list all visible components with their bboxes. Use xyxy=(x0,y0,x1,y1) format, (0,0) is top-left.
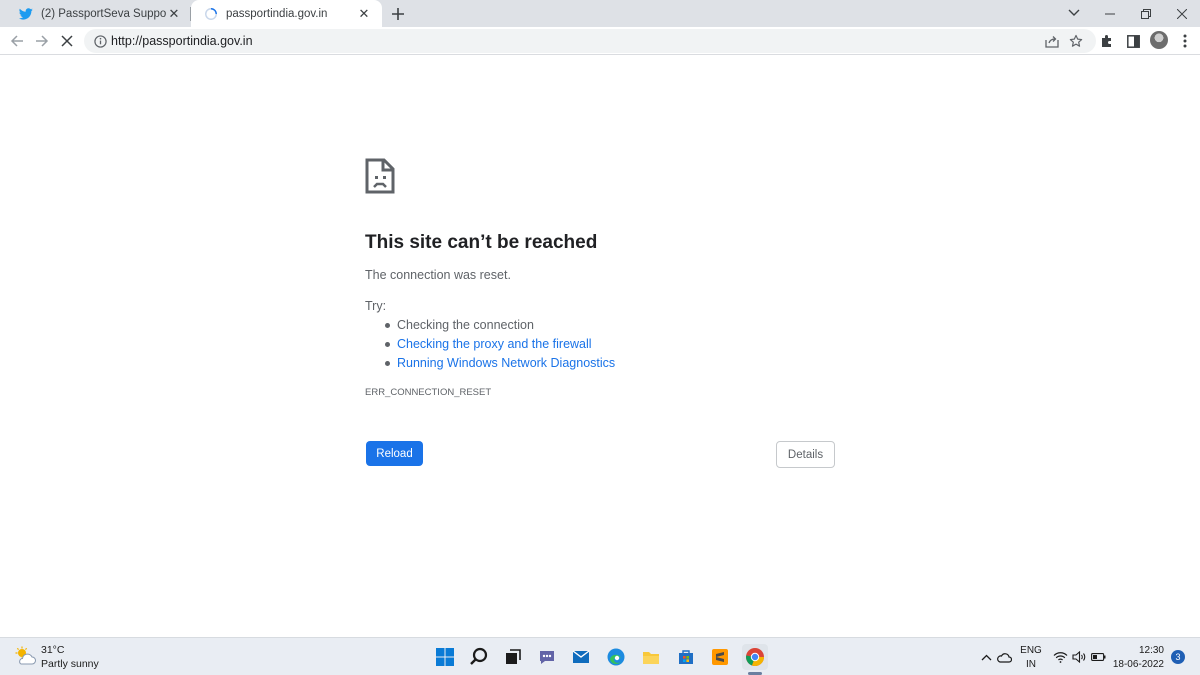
tab-passportindia[interactable]: passportindia.gov.in ✕ xyxy=(191,0,382,27)
error-title: This site can’t be reached xyxy=(365,232,598,253)
error-code: ERR_CONNECTION_RESET xyxy=(365,387,492,398)
file-explorer-icon[interactable] xyxy=(638,644,664,670)
star-bookmark-icon[interactable] xyxy=(1068,33,1084,49)
weather-temperature: 31°C xyxy=(41,644,65,656)
new-tab-button[interactable] xyxy=(388,4,408,24)
clock-time: 12:30 xyxy=(1138,645,1164,656)
error-page: This site can’t be reached The connectio… xyxy=(0,56,1200,636)
clock-date: 18-06-2022 xyxy=(1112,659,1164,670)
sublime-text-icon[interactable] xyxy=(707,644,733,670)
restore-button[interactable] xyxy=(1128,0,1164,27)
notification-badge[interactable]: 3 xyxy=(1171,650,1185,664)
restore-icon xyxy=(1141,8,1151,19)
weather-condition: Partly sunny xyxy=(41,658,99,670)
suggestion-network-diagnostics-link[interactable]: Running Windows Network Diagnostics xyxy=(365,354,615,373)
language-region: IN xyxy=(1026,659,1036,670)
taskbar: 31°C Partly sunny ENG IN 12:30 18-06-202… xyxy=(0,637,1200,675)
loading-spinner-icon xyxy=(203,6,219,22)
chevron-up-icon[interactable] xyxy=(978,650,994,664)
teams-chat-icon[interactable] xyxy=(534,644,560,670)
twitter-bird-icon xyxy=(18,6,34,22)
language-code: ENG xyxy=(1020,645,1042,656)
minimize-button[interactable] xyxy=(1092,0,1128,27)
suggestions-list: Checking the connection Checking the pro… xyxy=(365,316,615,373)
close-window-button[interactable] xyxy=(1164,0,1200,27)
suggestion-check-proxy-link[interactable]: Checking the proxy and the firewall xyxy=(365,335,615,354)
stop-loading-button[interactable] xyxy=(57,31,77,51)
close-icon xyxy=(61,35,73,47)
tab-close-icon[interactable]: ✕ xyxy=(356,6,372,22)
language-indicator[interactable]: ENG IN xyxy=(1020,644,1042,672)
chrome-icon[interactable] xyxy=(742,644,768,670)
onedrive-cloud-icon[interactable] xyxy=(996,650,1012,664)
tab-title: passportindia.gov.in xyxy=(226,7,328,20)
address-bar[interactable]: http://passportindia.gov.in xyxy=(84,29,1096,53)
close-icon xyxy=(1177,8,1187,19)
info-icon[interactable] xyxy=(92,33,108,49)
tab-close-icon[interactable]: ✕ xyxy=(166,6,182,22)
extensions-puzzle-icon[interactable] xyxy=(1099,33,1115,49)
url-text: http://passportindia.gov.in xyxy=(111,34,253,48)
profile-avatar[interactable] xyxy=(1150,31,1168,49)
task-view-icon[interactable] xyxy=(500,644,526,670)
tab-passportseva-support[interactable]: (2) PassportSeva Support (@pass ✕ xyxy=(6,0,192,27)
browser-toolbar: http://passportindia.gov.in xyxy=(0,27,1200,55)
back-button[interactable] xyxy=(7,31,27,51)
tab-title: (2) PassportSeva Support (@pass xyxy=(41,7,166,20)
volume-icon[interactable] xyxy=(1071,650,1087,664)
try-label: Try: xyxy=(365,299,387,313)
suggestion-check-connection: Checking the connection xyxy=(365,316,615,335)
plus-icon xyxy=(392,8,404,20)
battery-icon[interactable] xyxy=(1090,650,1106,664)
minimize-icon xyxy=(1105,13,1115,14)
search-icon[interactable] xyxy=(466,644,492,670)
share-icon[interactable] xyxy=(1044,33,1060,49)
sad-page-icon xyxy=(365,158,395,194)
windows-start-icon[interactable] xyxy=(432,644,458,670)
details-button[interactable]: Details xyxy=(776,441,835,468)
edge-icon[interactable] xyxy=(603,644,629,670)
forward-button[interactable] xyxy=(32,31,52,51)
store-icon[interactable] xyxy=(673,644,699,670)
side-panel-icon[interactable] xyxy=(1125,33,1141,49)
more-menu-icon[interactable] xyxy=(1177,33,1193,49)
partly-sunny-icon[interactable] xyxy=(14,646,36,666)
window-controls xyxy=(1092,0,1200,27)
error-description: The connection was reset. xyxy=(365,268,511,282)
reload-button[interactable]: Reload xyxy=(366,441,423,466)
chevron-down-icon xyxy=(1068,9,1080,16)
wifi-icon[interactable] xyxy=(1052,650,1068,664)
arrow-right-icon xyxy=(36,35,49,47)
tab-strip: (2) PassportSeva Support (@pass ✕ passpo… xyxy=(0,0,1200,27)
arrow-left-icon xyxy=(10,35,23,47)
mail-icon[interactable] xyxy=(568,644,594,670)
tab-search-button[interactable] xyxy=(1064,5,1084,21)
system-clock[interactable]: 12:30 18-06-2022 xyxy=(1112,644,1164,672)
